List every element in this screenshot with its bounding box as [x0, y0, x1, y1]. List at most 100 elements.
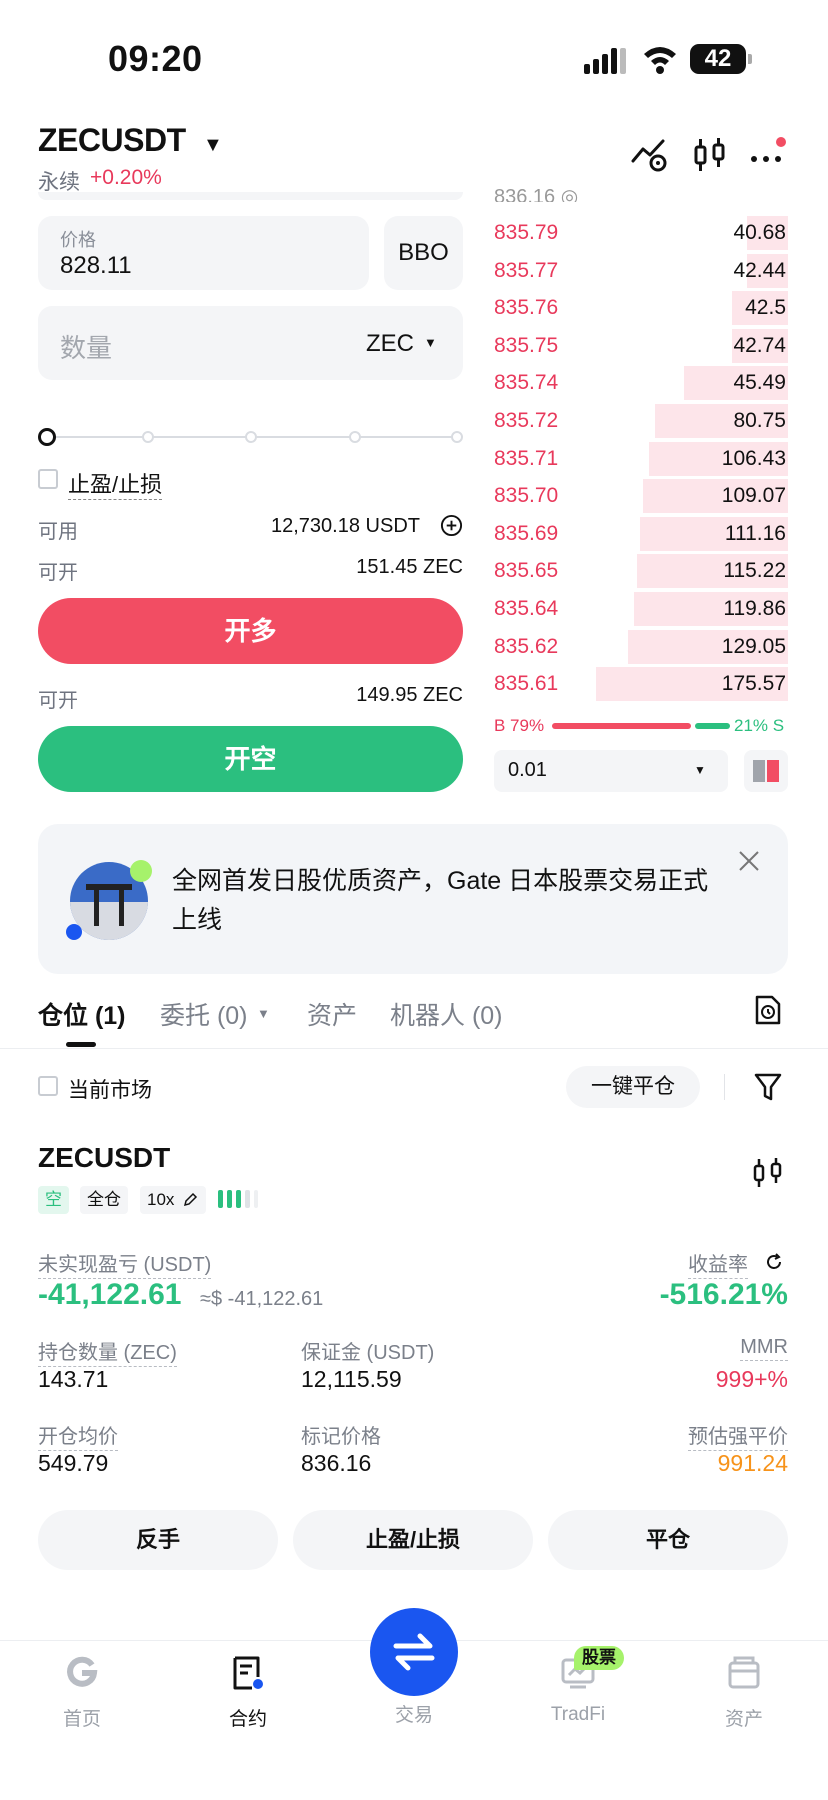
tp-sl-checkbox[interactable] [38, 469, 58, 489]
position-size-label[interactable]: 持仓数量 (ZEC) [38, 1336, 177, 1367]
price-input[interactable]: 价格 828.11 [38, 216, 369, 290]
orderbook-ask-row[interactable]: 835.70 109.07 [492, 479, 788, 514]
slider-stop-75[interactable] [349, 431, 361, 443]
orderbook-ask-row[interactable]: 835.74 45.49 [492, 366, 788, 401]
close-icon[interactable] [738, 850, 760, 872]
ask-price[interactable]: 835.79 [494, 221, 558, 245]
ask-price[interactable]: 835.62 [494, 635, 558, 659]
orderbook-ask-row[interactable]: 835.64 119.86 [492, 592, 788, 626]
orderbook-ask-row[interactable]: 835.72 80.75 [492, 404, 788, 438]
slider-stop-50[interactable] [245, 431, 257, 443]
ask-price[interactable]: 835.77 [494, 259, 558, 283]
ask-quantity[interactable]: 109.07 [722, 484, 786, 508]
ask-price[interactable]: 835.75 [494, 334, 558, 358]
ask-price[interactable]: 835.70 [494, 484, 558, 508]
slider-stop-100[interactable] [451, 431, 463, 443]
ask-price[interactable]: 835.71 [494, 447, 558, 471]
price-value[interactable]: 828.11 [60, 252, 132, 280]
edit-icon[interactable] [182, 1192, 198, 1208]
tab-orders[interactable]: 委托 (0) [160, 996, 248, 1032]
reverse-button[interactable]: 反手 [38, 1510, 278, 1570]
slider-stop-25[interactable] [142, 431, 154, 443]
current-market-checkbox[interactable] [38, 1076, 58, 1096]
ask-quantity[interactable]: 42.74 [733, 334, 786, 358]
ask-price[interactable]: 835.61 [494, 672, 558, 696]
promo-text[interactable]: 全网首发日股优质资产，Gate 日本股票交易正式上线 [172, 862, 720, 940]
orderbook-ask-row[interactable]: 835.69 111.16 [492, 516, 788, 551]
open-short-button[interactable]: 开空 [38, 726, 463, 792]
ask-quantity[interactable]: 129.05 [722, 635, 786, 659]
nav-futures[interactable]: 合约 [188, 1655, 308, 1731]
ask-quantity[interactable]: 119.86 [723, 597, 786, 621]
ask-quantity[interactable]: 40.68 [733, 221, 786, 245]
orderbook-ask-row[interactable]: 835.79 40.68 [492, 216, 788, 250]
ask-price[interactable]: 835.76 [494, 296, 558, 320]
risk-bar [245, 1190, 250, 1208]
ask-quantity[interactable]: 175.57 [722, 672, 786, 696]
tp-sl-button[interactable]: 止盈/止损 [293, 1510, 533, 1570]
entry-price-label[interactable]: 开仓均价 [38, 1420, 118, 1451]
orderbook-layout-button[interactable] [744, 750, 788, 792]
chevron-down-icon[interactable]: ▼ [424, 335, 437, 350]
orderbook-ask-row[interactable]: 835.61 175.57 [492, 667, 788, 702]
ask-quantity[interactable]: 42.44 [733, 259, 786, 283]
open-long-button[interactable]: 开多 [38, 598, 463, 664]
orderbook-ask-row[interactable]: 835.65 115.22 [492, 554, 788, 589]
chart-settings-icon[interactable] [630, 135, 670, 175]
price-change: +0.20% [90, 166, 162, 189]
precision-selector[interactable]: 0.01 ▼ [494, 750, 728, 792]
roe-label[interactable]: 收益率 [688, 1248, 748, 1279]
tab-positions[interactable]: 仓位 (1) [38, 996, 126, 1032]
tab-assets[interactable]: 资产 [307, 996, 357, 1032]
ask-quantity[interactable]: 115.22 [723, 559, 786, 583]
quantity-input[interactable]: 数量 ZEC ▼ [38, 306, 463, 380]
ask-price[interactable]: 835.69 [494, 522, 558, 546]
ask-quantity[interactable]: 106.43 [722, 447, 786, 471]
mmr-label[interactable]: MMR [740, 1336, 788, 1361]
unrealized-pnl-label[interactable]: 未实现盈亏 (USDT) [38, 1248, 212, 1279]
refresh-icon[interactable] [764, 1252, 784, 1272]
tp-sl-label[interactable]: 止盈/止损 [68, 467, 163, 500]
risk-bar [254, 1190, 258, 1208]
promo-blue-dot [66, 924, 82, 940]
orderbook-ask-row[interactable]: 835.62 129.05 [492, 629, 788, 664]
ask-quantity[interactable]: 42.5 [745, 296, 786, 320]
current-market-label[interactable]: 当前市场 [68, 1074, 152, 1104]
candlestick-chart-icon[interactable] [752, 1156, 784, 1190]
ask-quantity[interactable]: 80.75 [733, 409, 786, 433]
pair-selector[interactable]: ZECUSDT [38, 122, 186, 159]
nav-home[interactable]: 首页 [22, 1655, 142, 1731]
liquidation-price-label[interactable]: 预估强平价 [688, 1420, 788, 1451]
tab-bots[interactable]: 机器人 (0) [390, 996, 503, 1032]
open-long-value: 151.45 ZEC [356, 556, 463, 578]
bbo-button[interactable]: BBO [384, 216, 463, 290]
ask-price[interactable]: 835.74 [494, 371, 558, 395]
chevron-down-icon[interactable]: ▼ [257, 1006, 270, 1021]
ask-price[interactable]: 835.64 [494, 597, 558, 621]
close-all-button[interactable]: 一键平仓 [566, 1066, 700, 1108]
filter-icon[interactable] [754, 1072, 782, 1102]
ask-quantity[interactable]: 45.49 [733, 371, 786, 395]
orderbook-ask-row[interactable]: 835.76 42.5 [492, 291, 788, 326]
position-symbol[interactable]: ZECUSDT [38, 1142, 170, 1174]
add-funds-icon[interactable] [440, 514, 463, 537]
quantity-unit-selector[interactable]: ZEC [366, 330, 414, 358]
futures-document-icon [233, 1656, 263, 1690]
trade-fab-button[interactable] [370, 1608, 458, 1696]
orderbook-ask-row[interactable]: 835.75 42.74 [492, 328, 788, 363]
orderbook-ask-row[interactable]: 835.77 42.44 [492, 253, 788, 288]
chevron-down-icon[interactable]: ▼ [203, 134, 223, 157]
orderbook-ask-row[interactable]: 835.71 106.43 [492, 441, 788, 476]
nav-trade[interactable]: 交易 [354, 1700, 474, 1727]
ask-price[interactable]: 835.65 [494, 559, 558, 583]
precision-value: 0.01 [508, 759, 547, 781]
promo-banner[interactable]: 全网首发日股优质资产，Gate 日本股票交易正式上线 [38, 824, 788, 974]
close-position-button[interactable]: 平仓 [548, 1510, 788, 1570]
history-document-icon[interactable] [754, 994, 782, 1026]
ask-quantity[interactable]: 111.16 [725, 522, 786, 546]
amount-slider-handle[interactable] [38, 428, 56, 446]
candlestick-chart-icon[interactable] [690, 135, 730, 175]
ask-price[interactable]: 835.72 [494, 409, 558, 433]
more-icon[interactable] [748, 135, 788, 175]
nav-assets[interactable]: 资产 [684, 1655, 804, 1731]
